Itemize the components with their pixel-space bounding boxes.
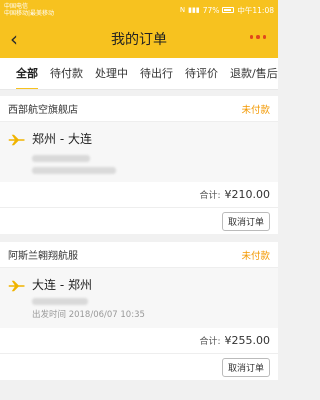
shop-name[interactable]: 阿斯兰翱翔航服 (8, 247, 78, 262)
tab-pending-payment[interactable]: 待付款 (44, 58, 89, 89)
nfc-icon: N (179, 6, 186, 14)
order-item[interactable]: 郑州 - 大连 (0, 122, 278, 182)
cancel-order-button[interactable]: 取消订单 (221, 211, 270, 231)
status-right: N ▮▮▮ 77% 中午11:08 (180, 5, 274, 16)
carrier-1: 中国电信 (4, 3, 29, 10)
total-amount: ¥255.00 (224, 334, 271, 347)
order-card[interactable]: 阿斯兰翱翔航服 未付款 大连 - 郑州 出发时间 2018/06/07 10:3… (0, 242, 278, 380)
page-title: 我的订单 (111, 32, 167, 48)
order-status: 未付款 (241, 104, 270, 116)
plane-icon (8, 280, 25, 292)
signal-icon: ▮▮▮ (188, 6, 200, 14)
carrier-info: 中国电信 中国移动|最美移动 (4, 3, 54, 17)
order-item[interactable]: 大连 - 郑州 出发时间 2018/06/07 10:35 (0, 268, 278, 328)
battery-icon (222, 7, 235, 13)
tab-refund[interactable]: 退款/售后 (224, 58, 278, 89)
clock: 中午11:08 (237, 5, 274, 15)
shop-name[interactable]: 西部航空旗舰店 (8, 101, 78, 116)
tab-all[interactable]: 全部 (10, 58, 44, 89)
app-header: ‹ 我的订单 (0, 20, 278, 58)
total-label: 合计: (199, 337, 221, 347)
battery-percent: 77% (202, 5, 220, 15)
tab-processing[interactable]: 处理中 (89, 58, 134, 89)
tab-to-review[interactable]: 待评价 (179, 58, 224, 89)
route-text: 郑州 - 大连 (32, 132, 92, 146)
order-card[interactable]: 西部航空旗舰店 未付款 郑州 - 大连 合计: ¥210.00 取消订单 (0, 96, 278, 234)
blurred-info (32, 167, 116, 174)
depart-time: 出发时间 2018/06/07 10:35 (32, 310, 145, 320)
carrier-2: 中国移动|最美移动 (4, 10, 55, 17)
order-tabs: 全部 待付款 处理中 待出行 待评价 退款/售后 (0, 58, 278, 90)
cancel-order-button[interactable]: 取消订单 (221, 357, 270, 377)
total-label: 合计: (199, 191, 221, 201)
more-dots-icon[interactable] (249, 35, 266, 39)
route-text: 大连 - 郑州 (32, 278, 92, 292)
blurred-info (32, 298, 88, 305)
blurred-info (32, 155, 90, 162)
order-status: 未付款 (241, 250, 270, 262)
total-amount: ¥210.00 (224, 188, 271, 201)
tab-to-travel[interactable]: 待出行 (134, 58, 179, 89)
plane-icon (8, 134, 25, 146)
back-icon[interactable]: ‹ (10, 27, 18, 51)
status-bar: 中国电信 中国移动|最美移动 N ▮▮▮ 77% 中午11:08 (0, 0, 278, 20)
